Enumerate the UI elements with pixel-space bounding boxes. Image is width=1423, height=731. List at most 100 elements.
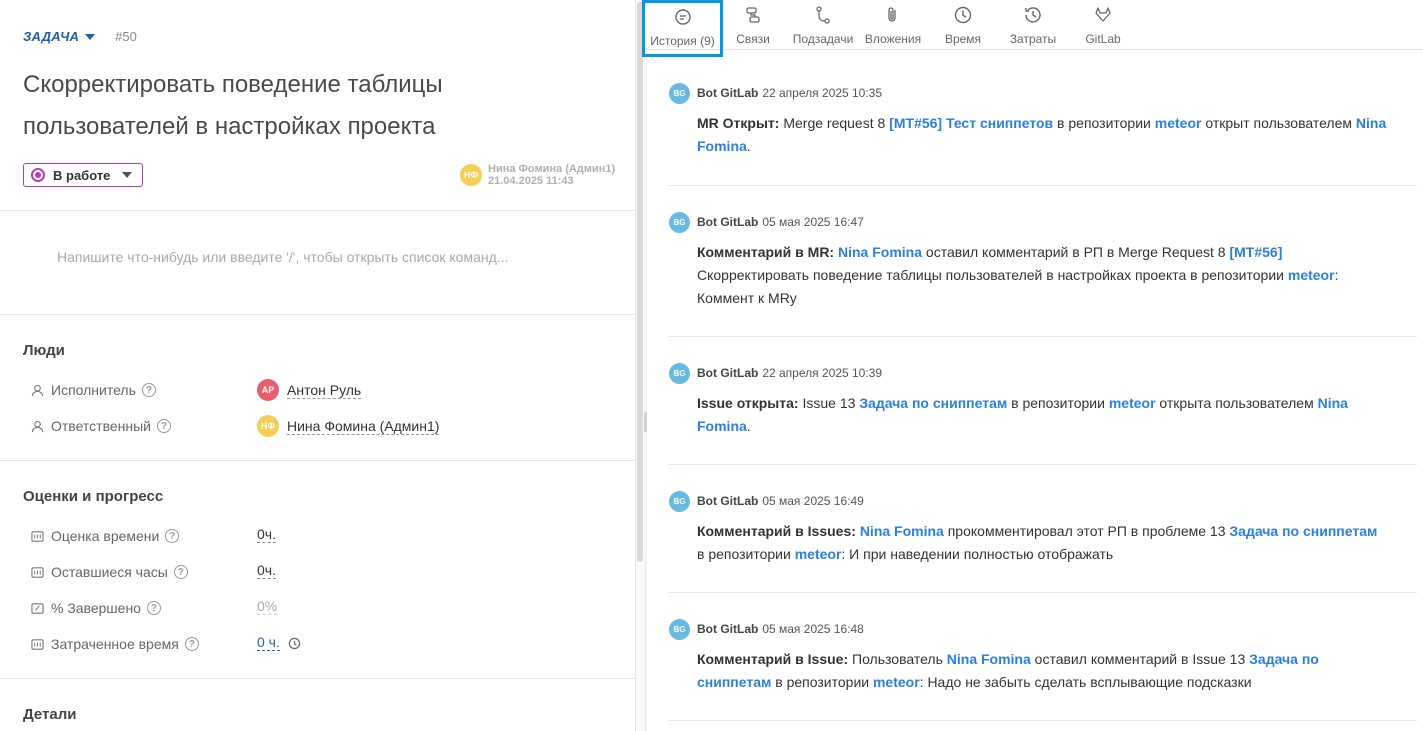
- comment-input[interactable]: Напишите что-нибудь или введите '/', что…: [57, 249, 508, 265]
- text: оставил комментарий в РП в Merge Request…: [922, 244, 1230, 260]
- user-icon: [30, 383, 44, 397]
- estimate-value[interactable]: 0ч.: [257, 527, 276, 543]
- tab-history[interactable]: История (9): [642, 0, 723, 57]
- help-icon[interactable]: ?: [184, 637, 199, 651]
- history-item: BG Bot GitLab 22 апреля 2025 10:35 MR От…: [669, 82, 1419, 158]
- history-event-type: Комментарий в MR:: [697, 244, 835, 260]
- divider: [0, 210, 635, 211]
- task-title[interactable]: Скорректировать поведение таблицы пользо…: [23, 64, 583, 148]
- responsible-value[interactable]: НФ Нина Фомина (Админ1): [257, 415, 440, 437]
- history-text: Issue открыта: Issue 13 Задача по сниппе…: [697, 392, 1387, 438]
- estimate-label: Оценка времени: [51, 528, 160, 544]
- avatar: BG: [669, 618, 690, 640]
- user-link[interactable]: Nina Fomina: [838, 244, 922, 260]
- executor-value[interactable]: АР Антон Руль: [257, 379, 362, 401]
- progress-section-title: Оценки и прогресс: [23, 488, 164, 505]
- text: Merge request 8: [779, 115, 890, 131]
- tab-label: Затраты: [1009, 32, 1057, 46]
- repository-link[interactable]: meteor: [1155, 115, 1202, 131]
- merge-request-link[interactable]: [MT#56] Тест сниппетов: [889, 115, 1053, 131]
- tab-subtasks[interactable]: Подзадачи: [790, 3, 856, 46]
- history-author: Bot GitLab: [697, 622, 759, 636]
- remaining-number[interactable]: 0ч.: [257, 563, 276, 579]
- chevron-down-icon[interactable]: [85, 33, 96, 40]
- panel-resizer[interactable]: [644, 0, 647, 731]
- tab-attachments[interactable]: Вложения: [863, 3, 923, 46]
- tab-label: GitLab: [1085, 32, 1121, 46]
- help-icon[interactable]: ?: [165, 529, 180, 543]
- subtasks-icon: [813, 5, 833, 25]
- divider: [669, 720, 1417, 721]
- executor-name[interactable]: Антон Руль: [287, 382, 362, 399]
- responsible-label: Ответственный: [51, 418, 151, 434]
- status-dropdown[interactable]: В работе: [23, 163, 143, 187]
- tab-label: Подзадачи: [792, 32, 854, 46]
- history-event-type: Комментарий в Issue:: [697, 651, 849, 667]
- spent-value[interactable]: 0 ч.: [257, 635, 301, 651]
- scrollbar-thumb[interactable]: [637, 2, 643, 562]
- issue-link[interactable]: Задача по сниппетам: [1229, 523, 1377, 539]
- repository-link[interactable]: meteor: [795, 546, 842, 562]
- avatar: НФ: [257, 415, 279, 437]
- history-item: BG Bot GitLab 22 апреля 2025 10:39 Issue…: [669, 362, 1419, 438]
- executor-row: Исполнитель ?: [30, 380, 156, 400]
- percent-icon: [30, 601, 44, 615]
- text: Issue 13: [798, 395, 860, 411]
- history-text: MR Открыт: Merge request 8 [MT#56] Тест …: [697, 112, 1387, 158]
- repository-link[interactable]: meteor: [1109, 395, 1156, 411]
- resize-handle[interactable]: [644, 412, 647, 432]
- spent-number[interactable]: 0 ч.: [257, 635, 280, 651]
- task-type-dropdown[interactable]: ЗАДАЧА: [23, 29, 79, 44]
- avatar: НФ: [460, 164, 482, 186]
- repository-link[interactable]: meteor: [873, 674, 920, 690]
- spent-label: Затраченное время: [51, 636, 179, 652]
- help-icon[interactable]: ?: [146, 601, 161, 615]
- clock-icon[interactable]: [288, 637, 301, 650]
- done-label: % Завершено: [51, 600, 141, 616]
- responsible-name[interactable]: Нина Фомина (Админ1): [287, 418, 440, 435]
- remaining-value[interactable]: 0ч.: [257, 563, 276, 579]
- user-link[interactable]: Nina Fomina: [860, 523, 944, 539]
- chevron-down-icon: [122, 172, 133, 178]
- history-text: Комментарий в MR: Nina Fomina оставил ко…: [697, 241, 1387, 310]
- done-number[interactable]: 0%: [257, 599, 278, 615]
- help-icon[interactable]: ?: [156, 419, 171, 433]
- text: в репозитории: [771, 674, 873, 690]
- author-date: 21.04.2025 11:43: [488, 175, 574, 187]
- user-link[interactable]: Nina Fomina: [947, 651, 1031, 667]
- tab-time[interactable]: Время: [942, 3, 984, 46]
- issue-link[interactable]: Задача по сниппетам: [859, 395, 1007, 411]
- task-author: НФ Нина Фомина (Админ1) 21.04.2025 11:43: [460, 163, 615, 187]
- scrollbar[interactable]: [636, 0, 644, 731]
- divider: [669, 336, 1417, 337]
- tab-links[interactable]: Связи: [733, 3, 773, 46]
- people-section-title: Люди: [23, 342, 65, 359]
- author-name: Нина Фомина (Админ1): [488, 163, 616, 175]
- history-author: Bot GitLab: [697, 86, 759, 100]
- repository-link[interactable]: meteor: [1288, 267, 1335, 283]
- executor-label: Исполнитель: [51, 382, 136, 398]
- history-text: Комментарий в Issues: Nina Fomina проком…: [697, 520, 1387, 566]
- history-item: BG Bot GitLab 05 мая 2025 16:48 Коммента…: [669, 618, 1419, 694]
- divider: [669, 592, 1417, 593]
- gitlab-icon: [1093, 5, 1113, 25]
- tab-costs[interactable]: Затраты: [1009, 3, 1057, 46]
- user-icon: [30, 419, 44, 433]
- text: : Надо не забыть сделать всплывающие под…: [919, 674, 1252, 690]
- task-header: ЗАДАЧА #50: [23, 29, 137, 44]
- tab-gitlab[interactable]: GitLab: [1084, 3, 1122, 46]
- tab-label: Вложения: [864, 32, 922, 46]
- history-date: 05 мая 2025 16:49: [762, 494, 864, 508]
- links-icon: [743, 5, 763, 25]
- done-value[interactable]: 0%: [257, 599, 278, 615]
- history-author: Bot GitLab: [697, 494, 759, 508]
- merge-request-link[interactable]: [MT#56]: [1229, 244, 1282, 260]
- estimate-number[interactable]: 0ч.: [257, 527, 276, 543]
- paperclip-icon: [883, 5, 903, 25]
- help-icon[interactable]: ?: [173, 565, 188, 579]
- calculator-icon: [30, 637, 44, 651]
- text: открыта пользователем: [1155, 395, 1318, 411]
- history-author: Bot GitLab: [697, 366, 759, 380]
- help-icon[interactable]: ?: [141, 383, 156, 397]
- divider: [0, 314, 635, 315]
